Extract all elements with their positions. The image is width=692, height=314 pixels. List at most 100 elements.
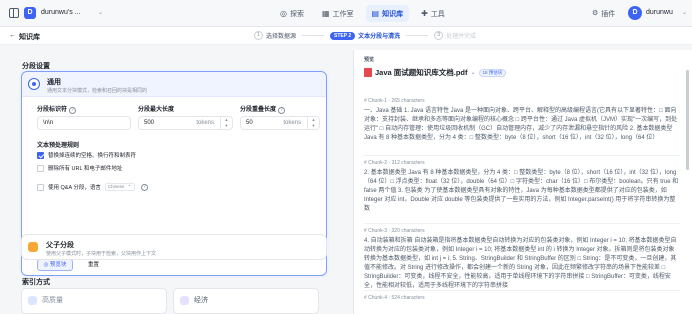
- knowledge-icon: ▤: [371, 9, 380, 18]
- document-title[interactable]: Java 面试题知识库文档.pdf: [375, 67, 468, 78]
- economy-icon: [180, 296, 189, 305]
- step-label: 文本分段与清洗: [358, 34, 401, 40]
- parent-child-mode-card[interactable]: 父子分段 使用父子模式时，子块用于检索，父块用作上下文: [21, 234, 327, 260]
- nav-studio-label: 工作室: [332, 10, 354, 18]
- nav-knowledge-label: 知识库: [382, 10, 404, 18]
- plugin-button[interactable]: ⚙ 插件: [592, 9, 615, 19]
- delimiter-value: \n\n: [43, 120, 54, 126]
- rule-replace-spaces[interactable]: 替换掉连续的空格、换行符和制表符: [37, 151, 136, 159]
- step-label: 选择数据源: [266, 34, 297, 40]
- help-icon[interactable]: ?: [140, 183, 148, 191]
- parent-child-desc: 使用父子模式时，子块用于检索，父块用作上下文: [46, 251, 157, 257]
- preview-chunk-button[interactable]: ◎ 预览块: [37, 259, 73, 271]
- user-avatar[interactable]: D: [628, 6, 642, 20]
- section-title: 分段设置: [22, 63, 50, 70]
- max-length-unit: tokens: [196, 120, 214, 126]
- pdf-file-icon: [364, 68, 372, 77]
- index-economy-option[interactable]: 经济: [173, 288, 319, 314]
- general-mode-title: 通用: [47, 79, 61, 86]
- parent-child-title: 父子分段: [46, 242, 74, 249]
- chevron-down-icon[interactable]: ⌄: [682, 9, 687, 16]
- stepper-arrows-icon[interactable]: ▲ ▼: [220, 117, 232, 129]
- chunk-text: 一、Java 基础 1. Java 语言特性 Java 是一种面向对象、跨平台、…: [364, 108, 678, 141]
- reset-button[interactable]: 重置: [88, 259, 99, 271]
- explore-icon: ◎: [280, 9, 287, 18]
- chunk-text: 2. 基本数据类型 Java 有 8 种基本数据类型，分为 4 类：□ 整数类型…: [364, 170, 679, 212]
- rule-label: 删除所有 URL 和电子邮件地址: [48, 166, 123, 172]
- stepper: 1 选择数据源 STEP 2 文本分段与清洗 3 处理并完成: [254, 31, 476, 40]
- plugin-label: 插件: [601, 11, 616, 18]
- chevron-down-icon[interactable]: ⌄: [471, 69, 476, 76]
- preprocess-title: 文本预处理规则: [37, 143, 80, 149]
- rule-remove-urls[interactable]: 删除所有 URL 和电子邮件地址: [37, 164, 122, 172]
- qa-label: 使用 Q&A 分段，语言: [48, 185, 101, 191]
- chunk-meta: # Chunk-4 · 524 characters: [364, 295, 425, 301]
- user-name[interactable]: durunwu: [646, 9, 673, 16]
- parent-child-icon: [28, 242, 38, 252]
- segment-settings-panel: 分段设置 通用 通用文本分块模式，检索和召回的块是相同的 分段标识符? \n\n…: [10, 50, 346, 314]
- overlap-unit: tokens: [283, 120, 301, 126]
- overlap-label-text: 分段重叠长度: [240, 107, 277, 113]
- step-number: 3: [434, 31, 444, 40]
- tools-icon: ✚: [421, 9, 428, 18]
- back-button[interactable]: ← 知识库: [9, 32, 40, 42]
- qa-segment-option[interactable]: 使用 Q&A 分段，语言 Chinese ?: [37, 182, 148, 191]
- checkbox-icon[interactable]: [37, 183, 44, 191]
- help-icon[interactable]: ?: [69, 107, 77, 114]
- nav-explore[interactable]: ◎ 探索: [274, 5, 310, 22]
- language-select[interactable]: Chinese: [104, 182, 135, 191]
- step-divider: [302, 35, 325, 36]
- step-number: 1: [254, 31, 263, 40]
- chunk-meta: # Chunk-3 · 320 characters: [364, 228, 425, 234]
- chunk-item: # Chunk-4 · 524 characters: [364, 295, 680, 304]
- chunk-item: # Chunk-2 · 312 characters 2. 基本数据类型 Jav…: [364, 160, 680, 214]
- economy-label: 经济: [194, 297, 208, 304]
- overlap-label: 分段重叠长度?: [240, 104, 286, 114]
- scrollbar-thumb[interactable]: [686, 70, 689, 170]
- chunk-divider: [364, 155, 680, 156]
- checkbox-checked-icon[interactable]: [37, 151, 44, 159]
- document-header[interactable]: Java 面试题知识库文档.pdf ⌄ 18 预估块: [364, 67, 507, 78]
- workspace-avatar[interactable]: D: [24, 7, 36, 19]
- nav-explore-label: 探索: [289, 10, 304, 18]
- high-quality-label: 高质量: [42, 297, 63, 304]
- max-length-label: 分段最大长度: [138, 107, 175, 113]
- steps-bar: ← 知识库 1 选择数据源 STEP 2 文本分段与清洗 3 处理并完成: [0, 27, 692, 45]
- workspace-name[interactable]: durunwu's ...: [41, 9, 80, 16]
- general-mode-header[interactable]: 通用 通用文本分块模式，检索和召回的块是相同的: [22, 72, 326, 97]
- chunk-meta: # Chunk-2 · 312 characters: [364, 160, 425, 166]
- delimiter-input[interactable]: \n\n: [37, 116, 131, 130]
- overlap-input[interactable]: 50 tokens ▲ ▼: [240, 116, 320, 130]
- index-high-quality-option[interactable]: 高质量: [21, 288, 167, 314]
- nav-studio[interactable]: ▦ 工作室: [316, 5, 360, 22]
- back-label: 知识库: [19, 34, 40, 41]
- chunk-item: # Chunk-1 · 265 characters 一、Java 基础 1. …: [364, 98, 680, 143]
- high-quality-icon: [28, 296, 37, 305]
- help-icon[interactable]: ?: [278, 107, 286, 114]
- stepper-arrows-icon[interactable]: ▲ ▼: [307, 117, 319, 129]
- nav-tools[interactable]: ✚ 工具: [415, 5, 451, 22]
- nav-knowledge[interactable]: ▤ 知识库: [365, 5, 410, 22]
- back-arrow-icon: ←: [9, 32, 16, 39]
- delimiter-label: 分段标识符?: [37, 104, 77, 114]
- preview-label: 预览块: [49, 262, 67, 268]
- plugin-icon: ⚙: [592, 10, 599, 17]
- chunk-divider: [364, 290, 680, 291]
- general-mode-desc: 通用文本分块模式，检索和召回的块是相同的: [47, 88, 148, 94]
- sidebar-toggle-icon[interactable]: [9, 8, 19, 18]
- max-length-value: 500: [144, 120, 155, 126]
- chunk-meta: # Chunk-1 · 265 characters: [364, 98, 425, 104]
- top-bar: D durunwu's ... ⌄ ◎ 探索 ▦ 工作室 ▤ 知识库 ✚ 工具 …: [0, 0, 692, 27]
- chunk-count-badge: 18 预估块: [478, 68, 507, 77]
- overlap-value: 50: [246, 120, 253, 126]
- step-divider: [406, 35, 429, 36]
- rule-label: 替换掉连续的空格、换行符和制表符: [48, 153, 137, 159]
- chevron-down-icon[interactable]: ⌄: [98, 9, 103, 16]
- step-badge: STEP 2: [330, 31, 356, 40]
- checkbox-icon[interactable]: [37, 164, 44, 172]
- step-label: 处理并完成: [446, 34, 477, 40]
- chunk-text: 4. 自动装箱和拆箱 自动装箱是指将基本数据类型自动转换为对应的包装类对象，例如…: [364, 238, 677, 289]
- chunk-item: # Chunk-3 · 320 characters 4. 自动装箱和拆箱 自动…: [364, 228, 680, 291]
- max-length-input[interactable]: 500 tokens ▲ ▼: [138, 116, 233, 130]
- nav-tools-label: 工具: [430, 10, 445, 18]
